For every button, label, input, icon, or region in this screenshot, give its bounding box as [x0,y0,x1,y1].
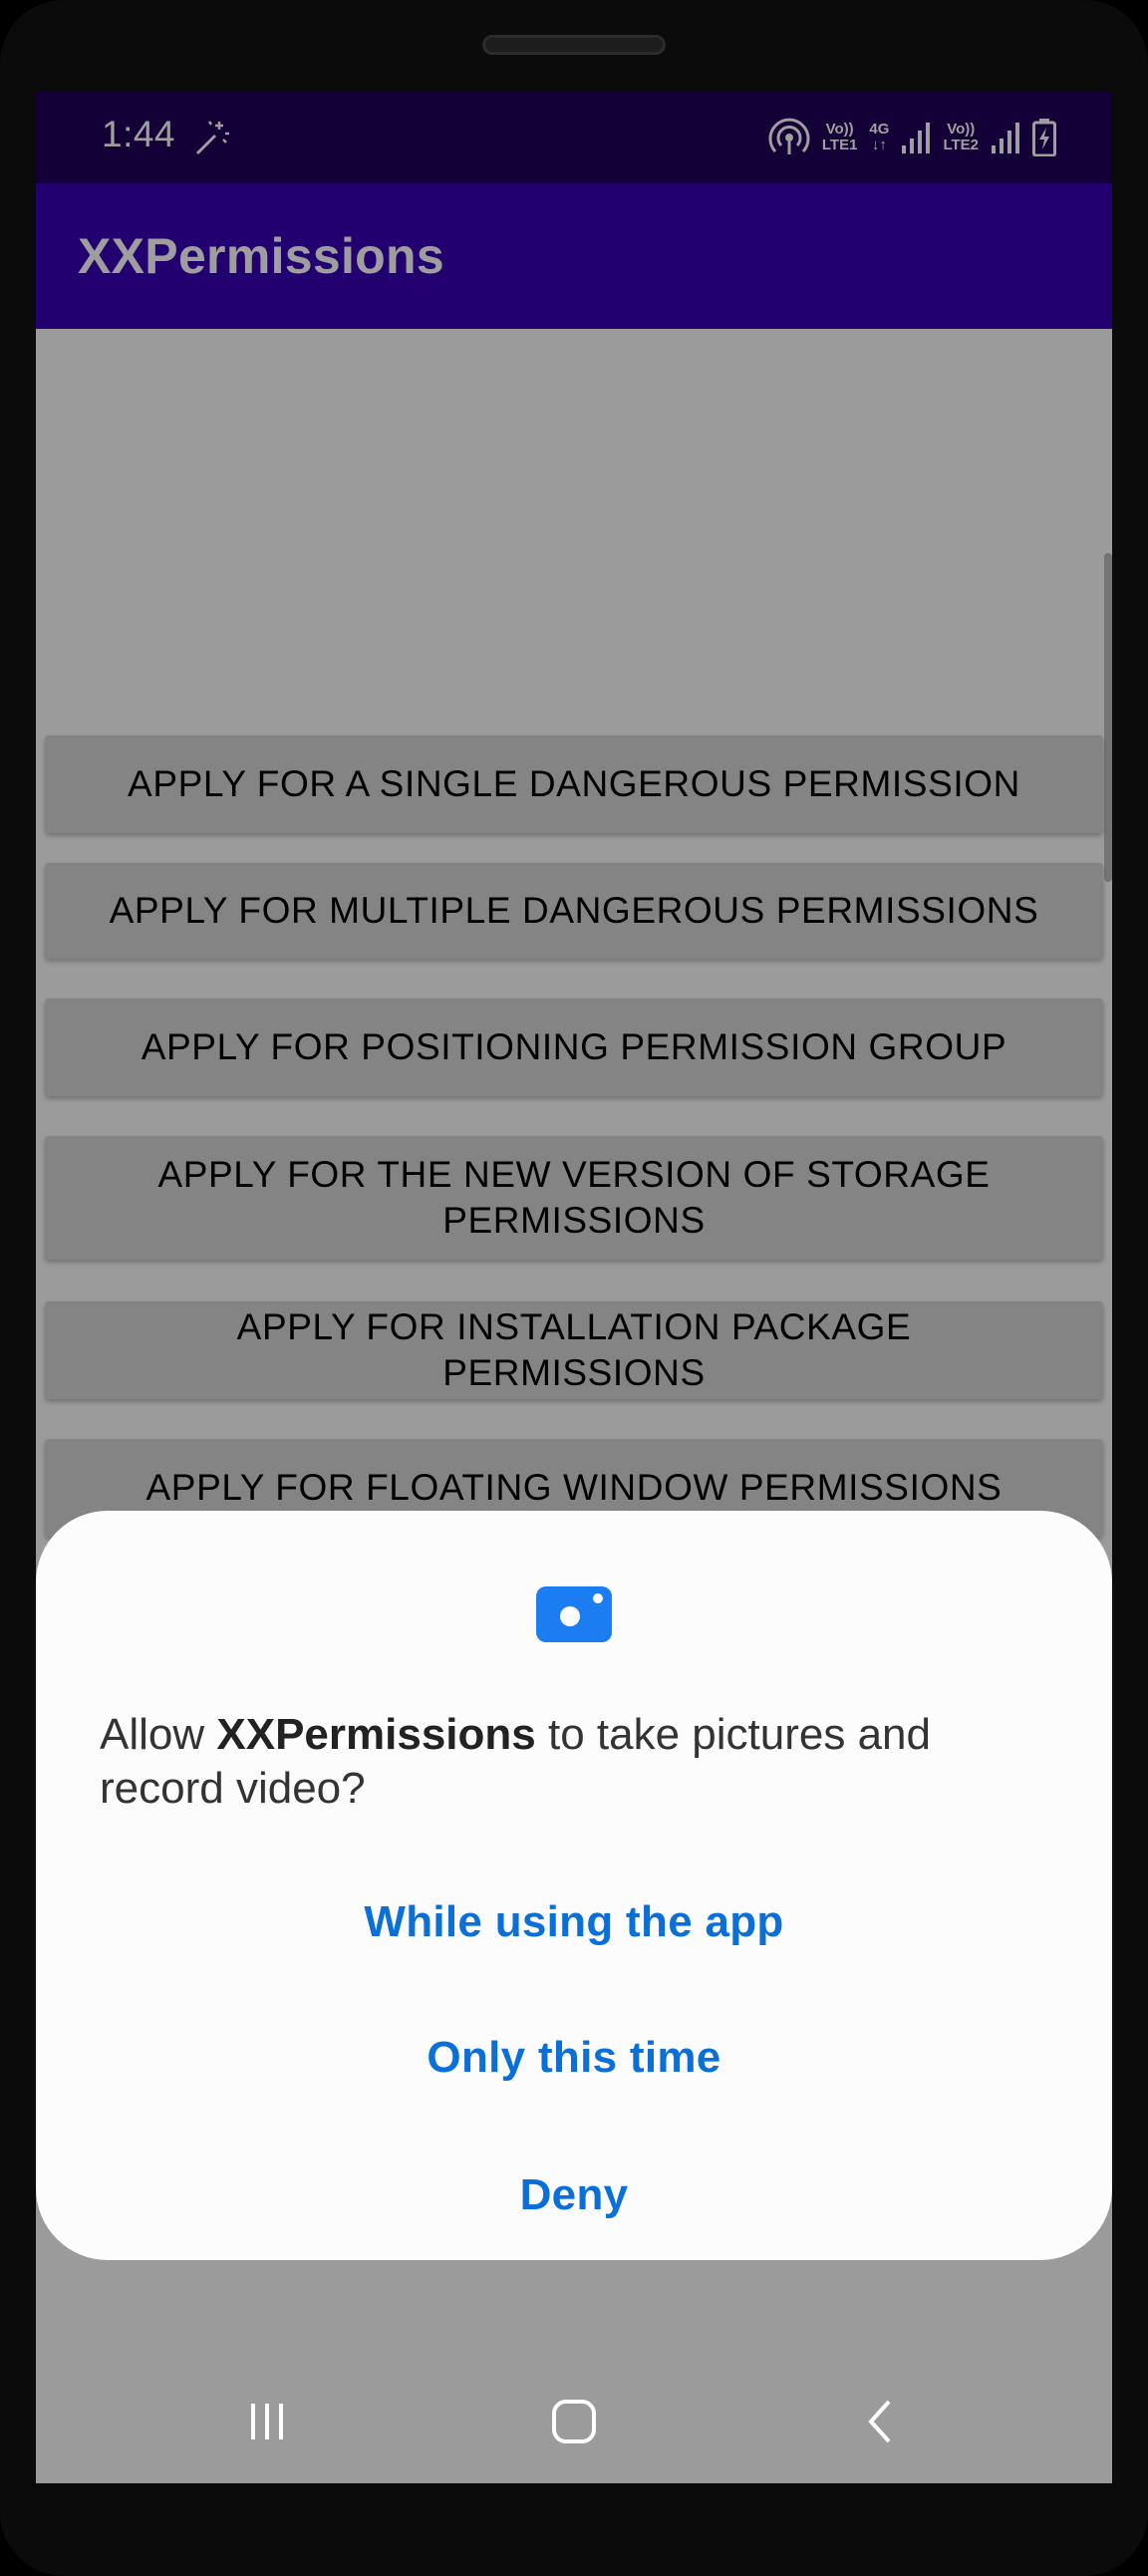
camera-icon [536,1586,612,1642]
navigation-bar [36,2360,1112,2483]
message-app-name: XXPermissions [216,1710,536,1759]
screen: 1:44 Vo)) LTE1 4G ↓↑ Vo)) LTE2 XXPermiss… [36,92,1112,2483]
recent-apps-icon[interactable] [235,2390,299,2453]
back-icon[interactable] [849,2390,913,2453]
permission-dialog: Allow XXPermissions to take pictures and… [36,1511,1112,2260]
message-prefix: Allow [100,1710,217,1759]
option-label: While using the app [364,1897,784,1946]
home-icon[interactable] [542,2390,606,2453]
option-label: Only this time [427,2033,721,2082]
phone-frame: 1:44 Vo)) LTE1 4G ↓↑ Vo)) LTE2 XXPermiss… [0,0,1148,2576]
deny-button[interactable]: Deny [36,2141,1112,2250]
option-label: Deny [519,2170,629,2219]
earpiece-speaker [482,35,666,55]
dialog-message: Allow XXPermissions to take pictures and… [100,1708,1056,1816]
while-using-app-button[interactable]: While using the app [36,1867,1112,1977]
only-this-time-button[interactable]: Only this time [36,2003,1112,2113]
